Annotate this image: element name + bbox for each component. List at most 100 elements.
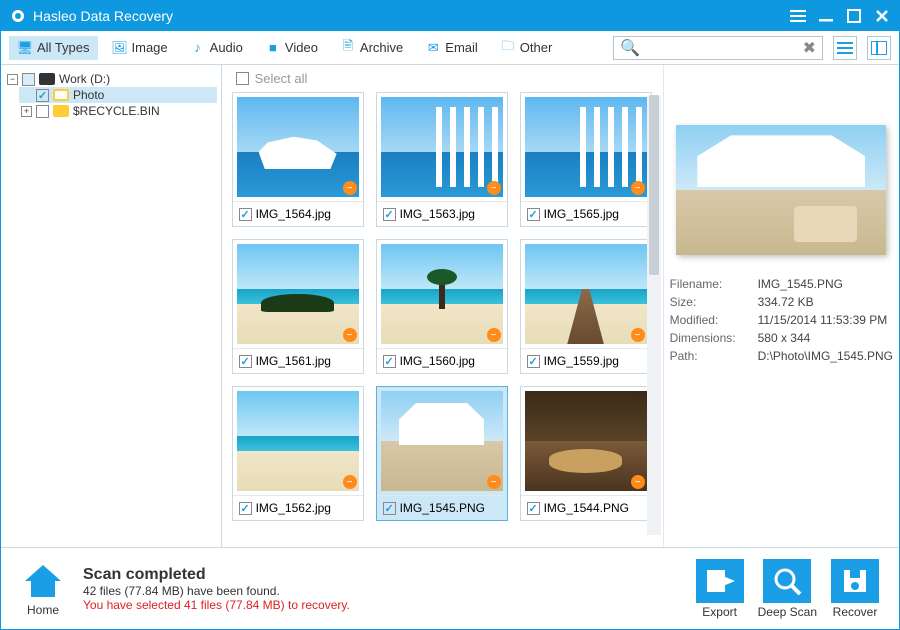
filter-audio[interactable]: ♪ Audio bbox=[182, 36, 251, 60]
app-title: Hasleo Data Recovery bbox=[33, 8, 789, 24]
filter-label: Audio bbox=[210, 40, 243, 55]
status-badge-icon: − bbox=[487, 181, 501, 195]
preview-image bbox=[676, 125, 886, 255]
thumbnail-image: − bbox=[381, 97, 503, 197]
close-icon[interactable] bbox=[873, 7, 891, 25]
thumbnail-image: − bbox=[237, 97, 359, 197]
image-icon: 🖼 bbox=[112, 40, 128, 56]
footer-bar: Home Scan completed 42 files (77.84 MB) … bbox=[1, 547, 899, 629]
minimize-icon[interactable] bbox=[817, 7, 835, 25]
monitor-icon: 🖥 bbox=[17, 40, 33, 56]
grid-view-button[interactable] bbox=[867, 36, 891, 60]
select-all-label: Select all bbox=[255, 71, 308, 86]
maximize-icon[interactable] bbox=[845, 7, 863, 25]
filter-label: All Types bbox=[37, 40, 90, 55]
thumbnail-item[interactable]: −IMG_1561.jpg bbox=[232, 239, 364, 374]
search-icon: 🔍 bbox=[620, 38, 640, 58]
menu-icon[interactable] bbox=[789, 7, 807, 25]
tree-drive-row[interactable]: − Work (D:) bbox=[5, 71, 217, 87]
tree-checkbox[interactable] bbox=[36, 105, 49, 118]
thumbnail-checkbox[interactable] bbox=[527, 502, 540, 515]
thumbnail-filename: IMG_1544.PNG bbox=[544, 501, 629, 515]
export-label: Export bbox=[702, 605, 737, 619]
filter-other[interactable]: 🗀Other bbox=[492, 36, 561, 60]
status-selected-line: You have selected 41 files (77.84 MB) to… bbox=[83, 598, 350, 612]
thumbnail-checkbox[interactable] bbox=[383, 355, 396, 368]
video-icon: ■ bbox=[265, 40, 281, 56]
meta-value: D:\Photo\IMG_1545.PNG bbox=[758, 349, 893, 363]
status-badge-icon: − bbox=[631, 181, 645, 195]
tree-checkbox[interactable] bbox=[22, 73, 35, 86]
thumbnail-checkbox[interactable] bbox=[527, 208, 540, 221]
export-button[interactable]: Export bbox=[696, 559, 744, 619]
thumbnail-item[interactable]: −IMG_1565.jpg bbox=[520, 92, 652, 227]
list-view-button[interactable] bbox=[833, 36, 857, 60]
meta-key: Modified: bbox=[670, 313, 758, 327]
home-label: Home bbox=[27, 603, 59, 617]
expand-icon[interactable]: + bbox=[21, 106, 32, 117]
audio-icon: ♪ bbox=[190, 40, 206, 56]
collapse-icon[interactable]: − bbox=[7, 74, 18, 85]
thumbnail-item[interactable]: −IMG_1563.jpg bbox=[376, 92, 508, 227]
thumbnail-filename: IMG_1564.jpg bbox=[256, 207, 331, 221]
tree-checkbox[interactable] bbox=[36, 89, 49, 102]
tree-label: $RECYCLE.BIN bbox=[73, 104, 160, 118]
thumbnail-checkbox[interactable] bbox=[383, 208, 396, 221]
select-all-checkbox[interactable] bbox=[236, 72, 249, 85]
meta-value: 580 x 344 bbox=[758, 331, 893, 345]
search-box[interactable]: 🔍 ✖ bbox=[613, 36, 823, 60]
thumbnail-checkbox[interactable] bbox=[239, 355, 252, 368]
thumbnail-item[interactable]: −IMG_1545.PNG bbox=[376, 386, 508, 521]
filter-label: Image bbox=[132, 40, 168, 55]
meta-key: Dimensions: bbox=[670, 331, 758, 345]
filter-all-types[interactable]: 🖥 All Types bbox=[9, 36, 98, 60]
thumbnail-item[interactable]: − IMG_1564.jpg bbox=[232, 92, 364, 227]
thumbnail-image: − bbox=[525, 244, 647, 344]
recover-button[interactable]: Recover bbox=[831, 559, 879, 619]
thumbnail-item[interactable]: −IMG_1560.jpg bbox=[376, 239, 508, 374]
thumbnail-checkbox[interactable] bbox=[527, 355, 540, 368]
thumbnail-item[interactable]: −IMG_1562.jpg bbox=[232, 386, 364, 521]
folder-tree: − Work (D:) Photo + $RECYCLE.BIN bbox=[1, 65, 222, 547]
meta-key: Path: bbox=[670, 349, 758, 363]
thumbnail-filename: IMG_1565.jpg bbox=[544, 207, 619, 221]
thumbnail-grid: −IMG_1564.jpg−IMG_1563.jpg−IMG_1565.jpg−… bbox=[222, 92, 663, 548]
status-text: Scan completed 42 files (77.84 MB) have … bbox=[83, 566, 350, 612]
status-badge-icon: − bbox=[343, 475, 357, 489]
thumbnail-image: − bbox=[525, 391, 647, 491]
filter-email[interactable]: ✉ Email bbox=[417, 36, 486, 60]
title-bar: Hasleo Data Recovery bbox=[1, 1, 899, 31]
filter-video[interactable]: ■Video bbox=[257, 36, 326, 60]
deep-scan-label: Deep Scan bbox=[758, 605, 817, 619]
thumbnail-image: − bbox=[237, 244, 359, 344]
clear-search-icon[interactable]: ✖ bbox=[803, 38, 816, 58]
filter-archive[interactable]: 🗎Archive bbox=[332, 36, 411, 60]
meta-value: IMG_1545.PNG bbox=[758, 277, 893, 291]
thumbnail-grid-panel: Select all −IMG_1564.jpg−IMG_1563.jpg−IM… bbox=[222, 65, 664, 547]
thumbnail-checkbox[interactable] bbox=[239, 502, 252, 515]
grid-scrollbar[interactable] bbox=[647, 95, 661, 535]
filter-image[interactable]: 🖼 Image bbox=[104, 36, 176, 60]
archive-icon: 🗎 bbox=[340, 40, 356, 56]
scrollbar-handle[interactable] bbox=[649, 95, 659, 275]
status-badge-icon: − bbox=[631, 328, 645, 342]
select-all-row[interactable]: Select all bbox=[222, 65, 663, 92]
tree-photo-row[interactable]: Photo bbox=[19, 87, 217, 103]
detail-panel: Filename:IMG_1545.PNG Size:334.72 KB Mod… bbox=[664, 65, 899, 547]
thumbnail-image: − bbox=[237, 391, 359, 491]
status-badge-icon: − bbox=[487, 475, 501, 489]
search-input[interactable] bbox=[644, 41, 803, 55]
thumbnail-checkbox[interactable] bbox=[239, 208, 252, 221]
thumbnail-checkbox[interactable] bbox=[383, 502, 396, 515]
email-icon: ✉ bbox=[425, 40, 441, 56]
thumbnail-item[interactable]: −IMG_1559.jpg bbox=[520, 239, 652, 374]
deep-scan-button[interactable]: Deep Scan bbox=[758, 559, 817, 619]
thumbnail-filename: IMG_1562.jpg bbox=[256, 501, 331, 515]
status-badge-icon: − bbox=[487, 328, 501, 342]
filter-label: Email bbox=[445, 40, 478, 55]
thumbnail-item[interactable]: − IMG_1544.PNG bbox=[520, 386, 652, 521]
status-found-line: 42 files (77.84 MB) have been found. bbox=[83, 584, 350, 598]
thumbnail-image: − bbox=[381, 391, 503, 491]
tree-recycle-row[interactable]: + $RECYCLE.BIN bbox=[19, 103, 217, 119]
home-button[interactable]: Home bbox=[21, 561, 65, 617]
